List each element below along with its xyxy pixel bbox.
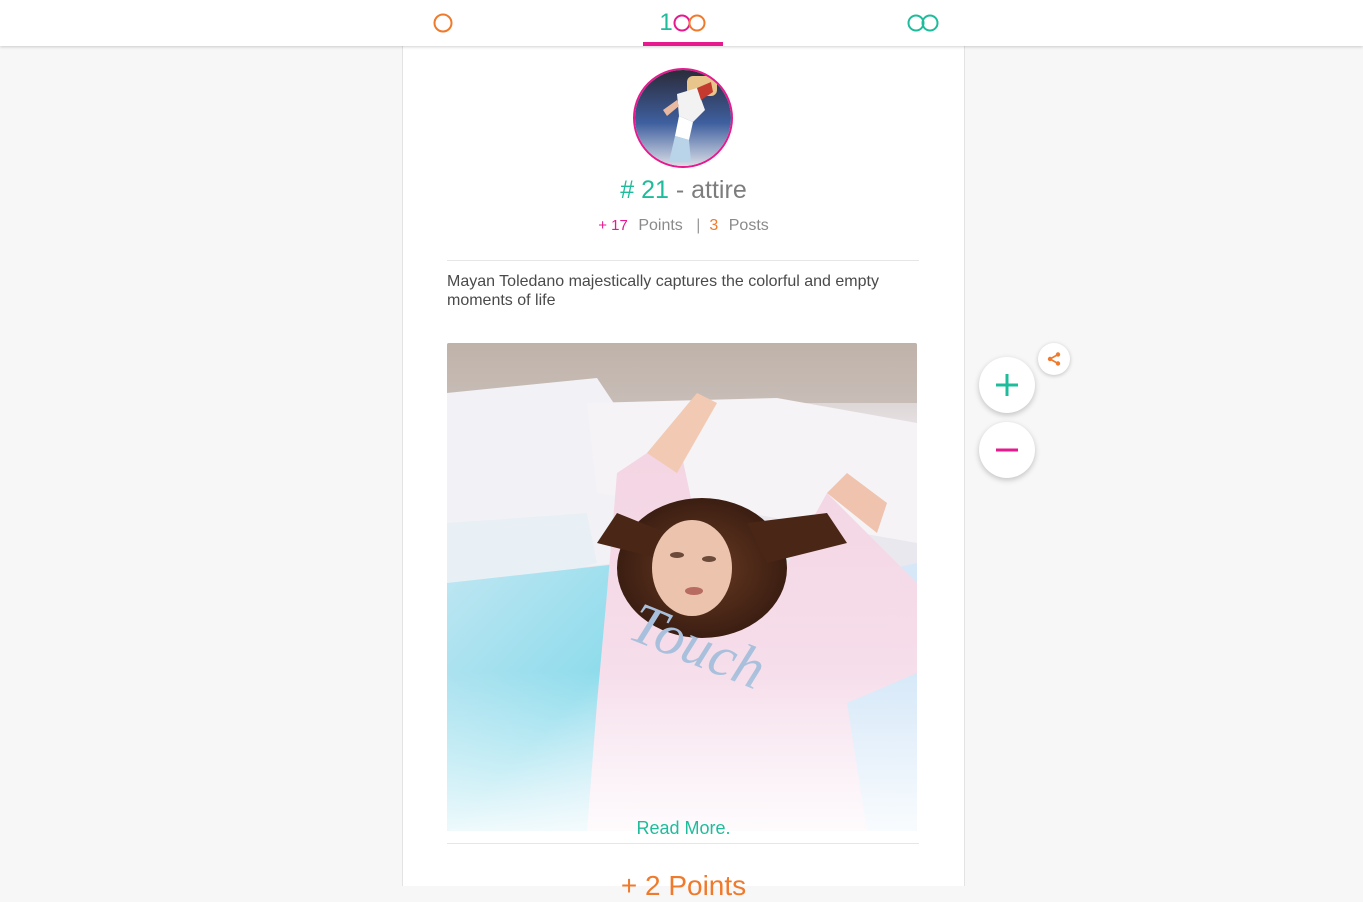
downvote-button[interactable] [979,422,1035,478]
logo-100: 1 [659,9,706,37]
post-points: + 2 Points [620,870,747,901]
avatar-image [635,70,731,166]
posts-label: Posts [728,217,769,234]
points-value: + 17 [598,217,628,234]
divider-top [447,260,919,261]
tab-circle[interactable] [403,0,483,46]
read-more-link[interactable]: Read More. [403,818,964,839]
post-card: # 21 - attire + 17 Points | 3 Posts Mayan… [402,46,965,901]
rank-number: # 21 [620,176,669,204]
post-description: Mayan Toledano majestically captures the… [447,273,879,309]
circle-icon [433,13,453,33]
share-button[interactable] [1038,343,1070,375]
tab-infinity[interactable] [883,0,963,46]
title-separator: - [668,176,692,204]
posts-count: 3 [709,217,719,234]
avatar[interactable] [633,68,733,168]
post-photo[interactable]: Touch [447,343,917,831]
minus-icon [996,448,1018,452]
points-label: Points [638,217,683,234]
photo-fade [447,671,917,831]
profile-stats: + 17 Points | 3 Posts [403,217,964,235]
post-title: # 21 - attire [403,176,964,205]
upvote-button[interactable] [979,357,1035,413]
infinity-icon [907,14,939,32]
divider-bottom [447,843,919,844]
plus-icon [996,374,1018,396]
logo-100-digit: 1 [659,9,672,36]
top-nav-bar: 1 [0,0,1363,46]
double-circle-icon [673,14,706,32]
share-icon [1047,352,1061,366]
tab-top-100[interactable]: 1 [643,0,723,46]
profile-name: attire [691,176,747,204]
active-tab-indicator [643,42,723,46]
stats-separator: | [696,217,701,234]
